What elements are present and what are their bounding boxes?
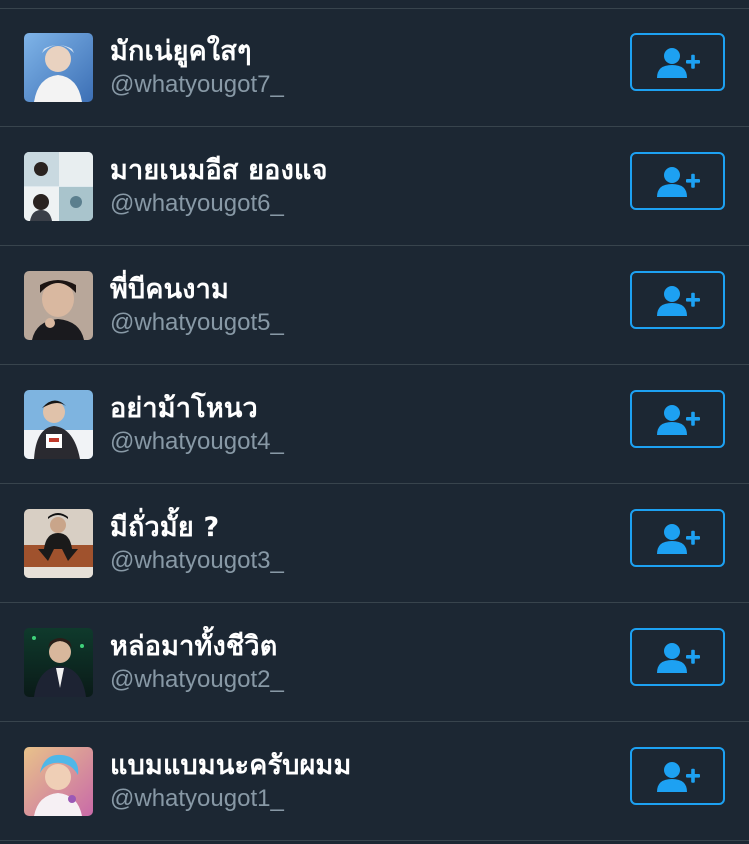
add-user-icon [657,524,700,554]
add-user-icon [657,48,700,78]
avatar[interactable] [24,152,93,221]
who-to-follow-list: มักเน่ยูคใสๆ @whatyougot7_ มายเนมอีส ยอง… [0,0,749,844]
avatar[interactable] [24,509,93,578]
avatar-photo [24,33,93,102]
avatar-photo [24,152,93,221]
user-row[interactable]: แบมแบมนะครับผมม @whatyougot1_ [0,723,749,841]
user-row[interactable]: อย่าม้าโหนว @whatyougot4_ [0,366,749,484]
user-handle: @whatyougot2_ [110,666,284,693]
avatar[interactable] [24,390,93,459]
avatar-photo [24,747,93,816]
avatar-photo [24,390,93,459]
user-name[interactable]: แบมแบมนะครับผมม [110,743,352,786]
follow-button[interactable] [630,628,725,686]
avatar[interactable] [24,747,93,816]
avatar-photo [24,271,93,340]
user-name[interactable]: อย่าม้าโหนว [110,386,258,429]
user-handle: @whatyougot4_ [110,428,284,455]
avatar-photo [24,628,93,697]
follow-button[interactable] [630,747,725,805]
follow-button[interactable] [630,509,725,567]
avatar[interactable] [24,33,93,102]
follow-button[interactable] [630,390,725,448]
user-name[interactable]: มักเน่ยูคใสๆ [110,29,252,72]
user-row[interactable]: หล่อมาทั้งชีวิต @whatyougot2_ [0,604,749,722]
user-handle: @whatyougot1_ [110,785,284,812]
user-handle: @whatyougot3_ [110,547,284,574]
follow-button[interactable] [630,33,725,91]
follow-button[interactable] [630,152,725,210]
add-user-icon [657,405,700,435]
add-user-icon [657,643,700,673]
user-row[interactable]: พี่บีคนงาม @whatyougot5_ [0,247,749,365]
avatar[interactable] [24,628,93,697]
add-user-icon [657,286,700,316]
user-name[interactable]: มายเนมอีส ยองแจ [110,148,328,191]
user-name[interactable]: มีถั่วมั้ย ? [110,505,219,548]
user-handle: @whatyougot6_ [110,190,284,217]
user-row[interactable]: มายเนมอีส ยองแจ @whatyougot6_ [0,128,749,246]
user-handle: @whatyougot5_ [110,309,284,336]
user-row[interactable]: มักเน่ยูคใสๆ @whatyougot7_ [0,9,749,127]
user-name[interactable]: หล่อมาทั้งชีวิต [110,624,278,667]
user-handle: @whatyougot7_ [110,71,284,98]
avatar[interactable] [24,271,93,340]
add-user-icon [657,762,700,792]
user-row[interactable]: มีถั่วมั้ย ? @whatyougot3_ [0,485,749,603]
add-user-icon [657,167,700,197]
user-name[interactable]: พี่บีคนงาม [110,267,229,310]
avatar-photo [24,509,93,578]
follow-button[interactable] [630,271,725,329]
